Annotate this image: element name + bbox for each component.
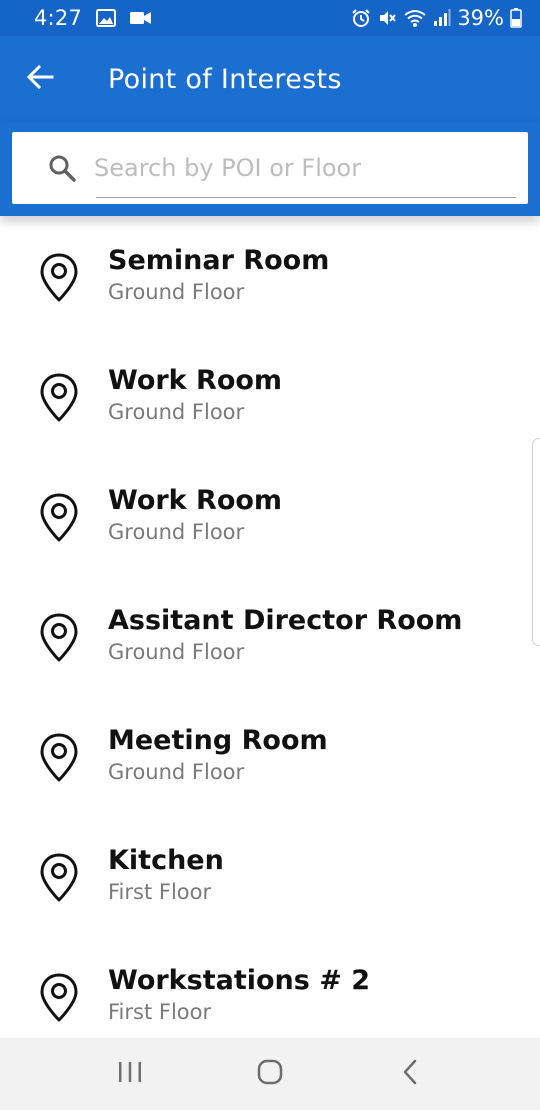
poi-floor: First Floor — [108, 1000, 212, 1024]
poi-list[interactable]: Seminar Room Ground Floor Work Room Grou… — [0, 216, 540, 1038]
image-icon — [95, 9, 116, 27]
status-bar: 4:27 39% — [0, 0, 540, 36]
poi-floor: Ground Floor — [108, 400, 245, 424]
search-input[interactable] — [94, 148, 504, 188]
location-pin-icon — [38, 852, 80, 904]
location-pin-icon — [38, 972, 80, 1024]
location-pin-icon — [38, 492, 80, 544]
poi-list-item[interactable]: Workstations # 2 First Floor — [0, 936, 540, 1038]
system-nav-bar — [0, 1038, 540, 1110]
nav-back-button[interactable] — [370, 1044, 450, 1104]
location-pin-icon — [38, 252, 80, 304]
poi-list-item[interactable]: Kitchen First Floor — [0, 816, 540, 936]
poi-name: Workstations # 2 — [108, 965, 371, 996]
mute-icon — [377, 8, 397, 28]
status-time: 4:27 — [34, 6, 82, 30]
poi-floor: Ground Floor — [108, 640, 245, 664]
arrow-back-icon — [26, 63, 54, 96]
poi-list-item[interactable]: Work Room Ground Floor — [0, 456, 540, 576]
poi-name: Kitchen — [108, 845, 224, 876]
poi-text: Seminar Room Ground Floor — [108, 244, 329, 306]
search-icon[interactable] — [26, 132, 98, 204]
battery-percentage: 39% — [457, 6, 504, 30]
search-box[interactable] — [12, 132, 528, 204]
page-title: Point of Interests — [108, 63, 342, 95]
back-icon — [400, 1058, 420, 1091]
status-right: 39% — [345, 6, 522, 30]
search-underline — [96, 197, 516, 198]
edge-panel-handle[interactable] — [532, 438, 540, 646]
poi-text: Assitant Director Room Ground Floor — [108, 604, 462, 666]
recent-apps-button[interactable] — [90, 1044, 170, 1104]
location-pin-icon — [38, 732, 80, 784]
signal-icon — [433, 9, 451, 27]
poi-list-item[interactable]: Meeting Room Ground Floor — [0, 696, 540, 816]
status-left: 4:27 — [34, 6, 152, 30]
poi-floor: First Floor — [108, 880, 212, 904]
poi-text: Workstations # 2 First Floor — [108, 964, 370, 1026]
poi-name: Meeting Room — [108, 725, 328, 756]
poi-text: Work Room Ground Floor — [108, 484, 282, 546]
poi-name: Work Room — [108, 365, 283, 396]
poi-name: Assitant Director Room — [108, 605, 463, 636]
back-button[interactable] — [0, 36, 80, 122]
poi-text: Kitchen First Floor — [108, 844, 224, 906]
screen: 4:27 39% Point of Interests Search by PO… — [0, 0, 540, 1110]
recent-apps-icon — [117, 1060, 143, 1089]
location-pin-icon — [38, 612, 80, 664]
poi-list-item[interactable]: Assitant Director Room Ground Floor — [0, 576, 540, 696]
poi-floor: Ground Floor — [108, 520, 245, 544]
poi-text: Meeting Room Ground Floor — [108, 724, 328, 786]
search-section — [0, 122, 540, 216]
app-bar: Point of Interests — [0, 36, 540, 122]
battery-icon — [510, 8, 522, 28]
poi-text: Work Room Ground Floor — [108, 364, 282, 426]
home-icon — [256, 1058, 284, 1091]
wifi-icon — [403, 8, 427, 28]
poi-name: Work Room — [108, 485, 283, 516]
poi-list-item[interactable]: Work Room Ground Floor — [0, 336, 540, 456]
alarm-icon — [351, 8, 371, 28]
poi-name: Seminar Room — [108, 245, 330, 276]
poi-floor: Ground Floor — [108, 760, 245, 784]
poi-list-item[interactable]: Seminar Room Ground Floor — [0, 216, 540, 336]
location-pin-icon — [38, 372, 80, 424]
video-camera-icon — [129, 11, 152, 25]
home-button[interactable] — [230, 1044, 310, 1104]
poi-floor: Ground Floor — [108, 280, 245, 304]
